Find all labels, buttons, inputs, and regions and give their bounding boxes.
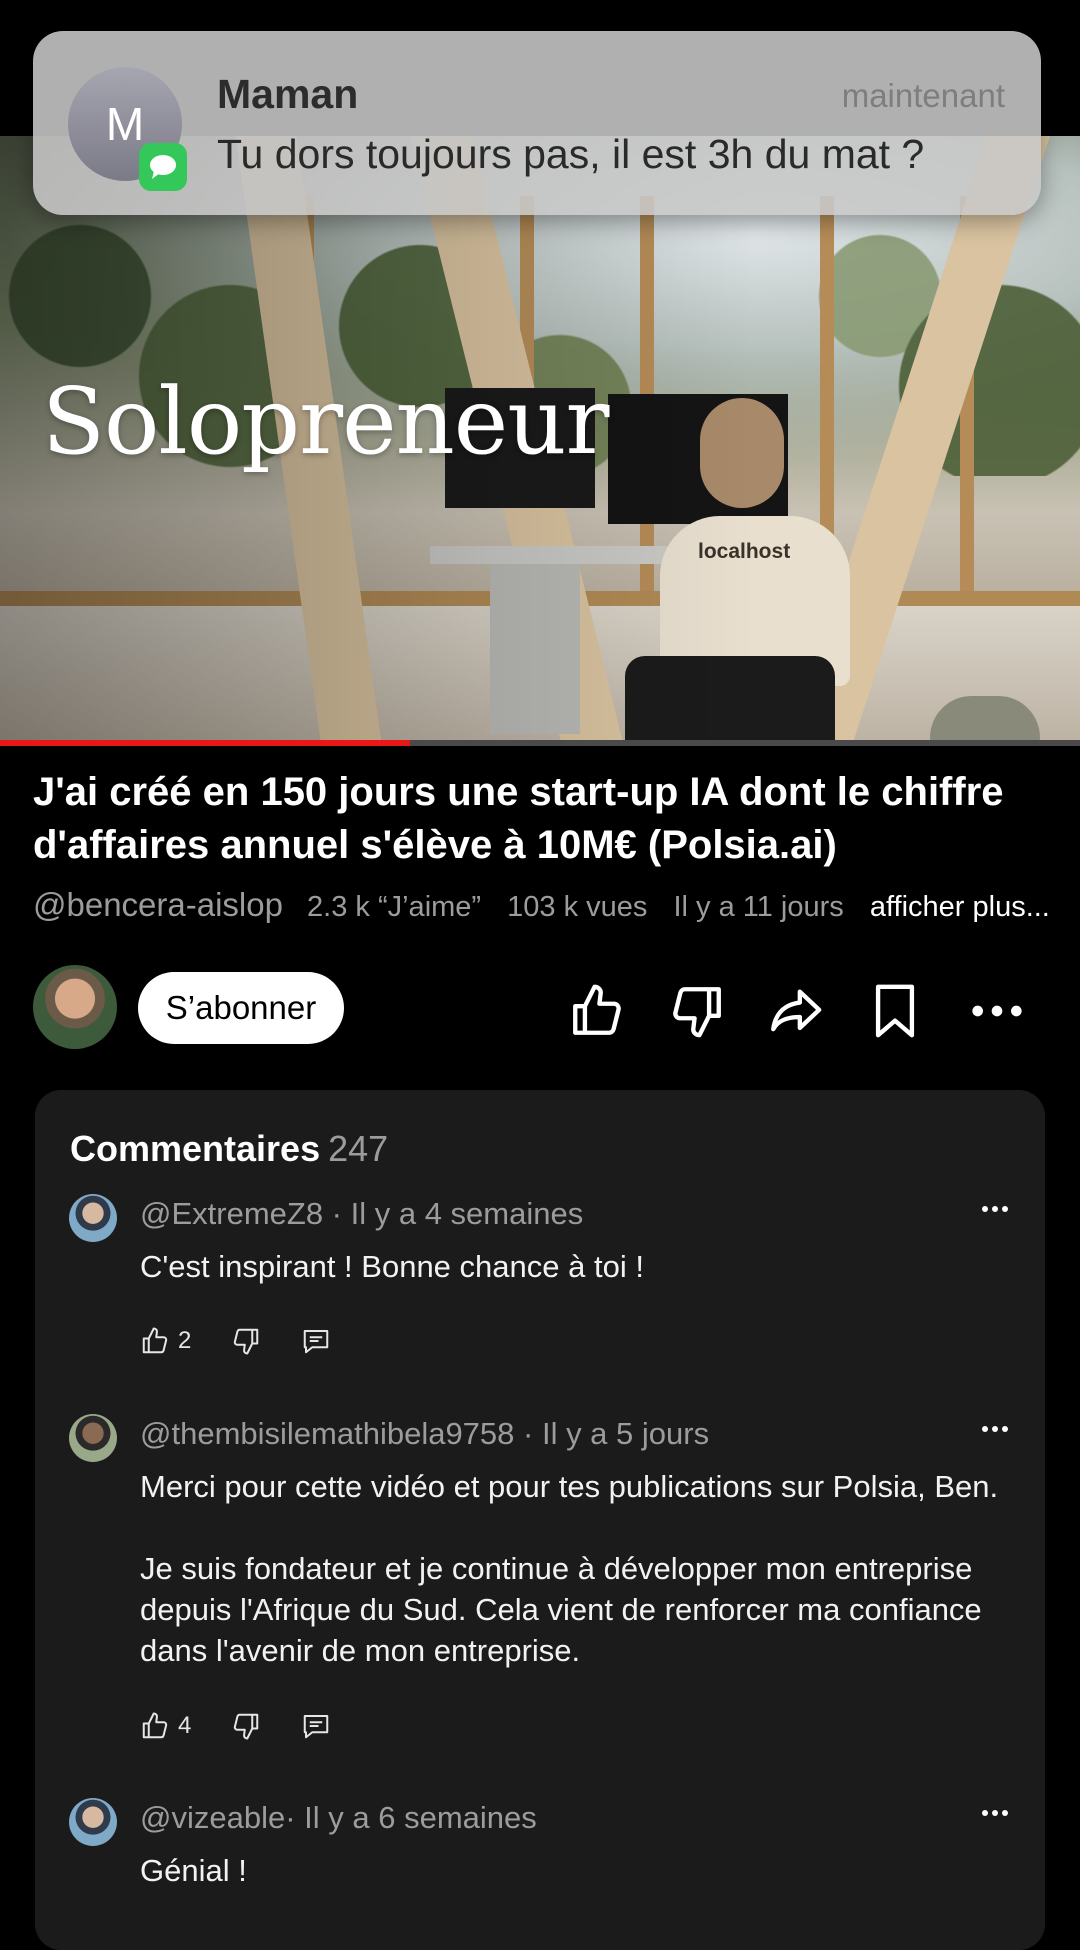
comment-reply-icon[interactable] — [301, 1711, 331, 1741]
contact-avatar-letter: M — [105, 98, 145, 150]
comment-like-count: 2 — [178, 1327, 192, 1354]
comment-more-icon[interactable] — [975, 1194, 1015, 1224]
comment-author[interactable]: @thembisilemathibela9758 · Il y a 5 jour… — [140, 1416, 709, 1452]
commenter-avatar[interactable] — [69, 1798, 117, 1846]
video-progress-fill — [0, 740, 411, 746]
speech-bubble-icon — [150, 155, 176, 179]
comment-actions: 4 — [140, 1709, 331, 1743]
commenter-avatar[interactable] — [69, 1194, 117, 1242]
notification-sender: Maman — [217, 71, 359, 117]
messages-icon — [139, 143, 187, 191]
comment-author[interactable]: @vizeable· Il y a 6 semaines — [140, 1800, 537, 1836]
subscribe-button[interactable]: S’abonner — [138, 972, 344, 1044]
channel-handle[interactable]: @bencera-aislop — [33, 886, 283, 923]
commenter-avatar[interactable] — [69, 1414, 117, 1462]
comment-dislike-icon[interactable] — [231, 1326, 261, 1356]
video-player[interactable]: localhost Solopreneur — [0, 136, 1080, 744]
comment-text: C'est inspirant ! Bonne chance à toi ! — [140, 1249, 644, 1284]
comment-like-icon[interactable] — [140, 1711, 170, 1741]
video-overlay-title: Solopreneur — [42, 368, 609, 475]
comments-panel[interactable]: Commentaires 247 @ExtremeZ8 · Il y a 4 se… — [35, 1090, 1045, 1950]
upload-age: Il y a 11 jours — [673, 891, 844, 923]
dislike-icon[interactable] — [668, 982, 726, 1040]
view-count: 103 k vues — [507, 891, 648, 923]
more-icon[interactable] — [968, 982, 1026, 1040]
comments-header: Commentaires 247 — [70, 1128, 388, 1170]
message-notification[interactable]: M Maman maintenant Tu dors toujours pas,… — [33, 31, 1041, 215]
comment-actions: 2 — [140, 1324, 331, 1358]
comment-like-count: 4 — [178, 1712, 192, 1739]
like-icon[interactable] — [568, 982, 626, 1040]
comment-more-icon[interactable] — [975, 1414, 1015, 1444]
video-title: J'ai créé en 150 jours une start-up IA d… — [33, 770, 1004, 867]
comments-title: Commentaires — [70, 1128, 321, 1169]
share-icon[interactable] — [766, 982, 824, 1040]
comment-author[interactable]: @ExtremeZ8 · Il y a 4 semaines — [140, 1196, 583, 1232]
notification-message: Tu dors toujours pas, il est 3h du mat ? — [217, 131, 925, 177]
comments-count: 247 — [328, 1128, 389, 1169]
comment-more-icon[interactable] — [975, 1798, 1015, 1828]
channel-avatar[interactable] — [33, 965, 117, 1049]
comment-reply-icon[interactable] — [301, 1326, 331, 1356]
notification-time: maintenant — [841, 77, 1005, 114]
comment-text: Génial ! — [140, 1853, 247, 1888]
save-icon[interactable] — [866, 982, 924, 1040]
comment-dislike-icon[interactable] — [231, 1711, 261, 1741]
like-count: 2.3 k “J’aime” — [307, 891, 482, 923]
show-more-link[interactable]: afficher plus... — [870, 891, 1050, 923]
comment-text: Merci pour cette vidéo et pour tes publi… — [140, 1469, 999, 1668]
video-meta: @bencera-aislop 2.3 k “J’aime” 103 k vue… — [33, 886, 1050, 924]
video-progress-bar[interactable] — [0, 740, 1080, 746]
comment-like-icon[interactable] — [140, 1326, 170, 1356]
